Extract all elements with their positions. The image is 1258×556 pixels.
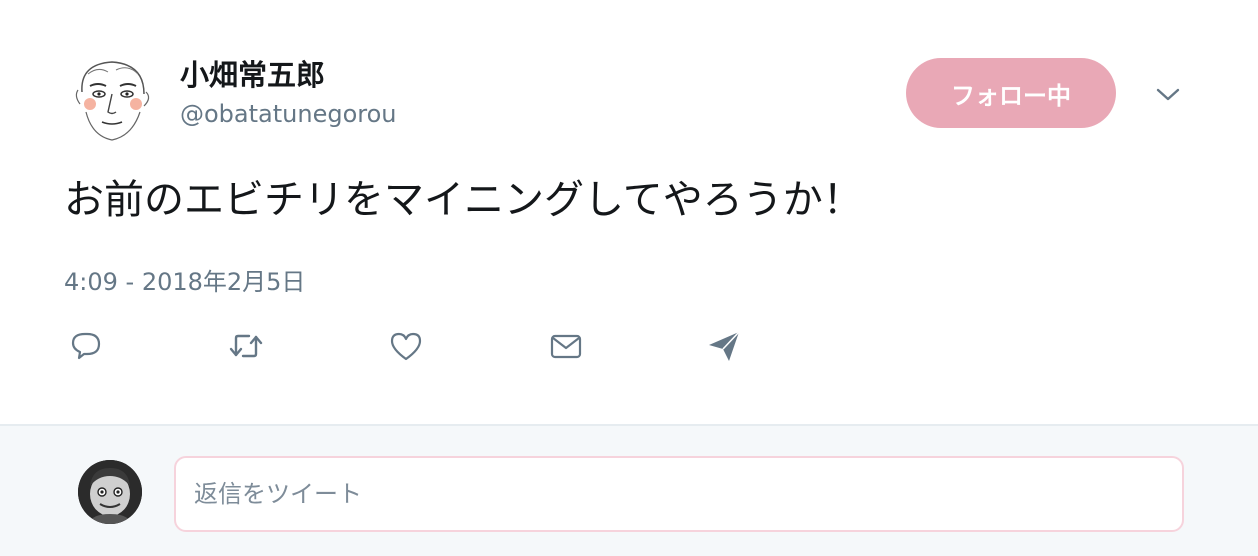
current-user-avatar[interactable] <box>78 460 142 524</box>
chevron-down-icon <box>1156 88 1180 101</box>
author-display-name[interactable]: 小畑常五郎 <box>180 52 325 94</box>
user-avatar-icon <box>78 460 142 524</box>
paper-plane-icon <box>709 331 740 361</box>
reply-icon <box>71 332 101 360</box>
envelope-icon <box>550 334 582 359</box>
tweet-timestamp[interactable]: 4:09 - 2018年2月5日 <box>64 262 305 297</box>
tweet-card: 小畑常五郎 @obatatunegorou フォロー中 お前のエビチリをマイニン… <box>0 0 1258 424</box>
retweet-icon <box>229 334 263 358</box>
retweet-button[interactable] <box>224 324 268 368</box>
reply-input[interactable] <box>174 456 1184 532</box>
sketch-portrait-icon <box>64 52 160 148</box>
share-button[interactable] <box>702 324 746 368</box>
heart-icon <box>390 332 422 361</box>
tweet-text: お前のエビチリをマイニングしてやろうか！ <box>64 177 863 223</box>
direct-message-button[interactable] <box>544 324 588 368</box>
like-button[interactable] <box>384 324 428 368</box>
author-handle[interactable]: @obatatunegorou <box>180 100 397 128</box>
author-avatar[interactable] <box>64 52 160 148</box>
reply-button[interactable] <box>64 324 108 368</box>
reply-composer <box>0 426 1258 556</box>
tweet-menu-button[interactable] <box>1152 78 1184 110</box>
following-button[interactable]: フォロー中 <box>906 58 1116 128</box>
